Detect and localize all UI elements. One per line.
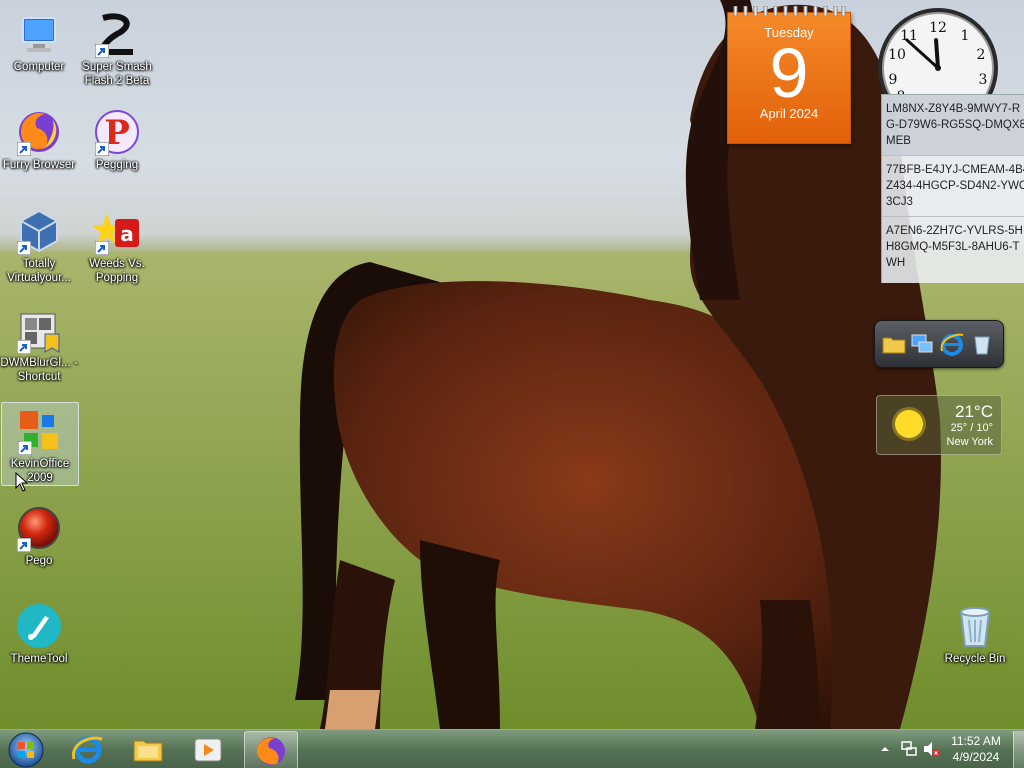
desktop-icon-label: DWMBlurGl... - Shortcut bbox=[0, 357, 78, 383]
shortcut-arrow-icon bbox=[95, 44, 109, 58]
computer-icon bbox=[15, 10, 63, 58]
internet-explorer-icon[interactable] bbox=[939, 331, 965, 357]
desktop-icon-label: Super Smash Flash 2 Beta bbox=[82, 61, 152, 87]
desktop-icon-pego[interactable]: Pego bbox=[0, 500, 78, 568]
weather-temperature: 21°C bbox=[955, 402, 993, 421]
network-computer-icon[interactable] bbox=[909, 331, 935, 357]
super-smash-flash-icon bbox=[93, 10, 141, 58]
taskbar-clock[interactable]: 11:52 AM 4/9/2024 bbox=[940, 733, 1012, 765]
desktop-icon-label: ThemeTool bbox=[10, 653, 68, 665]
desktop-icon-label: Totally Virtualyour... bbox=[7, 258, 71, 284]
taskbar-time: 11:52 AM bbox=[951, 734, 1001, 748]
show-hidden-icons-icon[interactable] bbox=[880, 744, 890, 754]
desktop-icon-label: Furry Browser bbox=[2, 159, 76, 171]
weather-city: New York bbox=[946, 436, 993, 448]
weeds-vs-popping-icon: a bbox=[91, 207, 141, 255]
pegging-icon: P bbox=[93, 108, 141, 156]
dwmblur-icon bbox=[15, 306, 63, 354]
start-orb-icon[interactable] bbox=[6, 731, 46, 768]
desktop-icon-label: Pego bbox=[25, 555, 53, 567]
desktop-icon-recycle-bin[interactable]: Recycle Bin bbox=[936, 598, 1014, 666]
calendar-gadget[interactable]: Tuesday 9 April 2024 bbox=[727, 6, 851, 144]
svg-text:3: 3 bbox=[979, 72, 988, 88]
folder-icon[interactable] bbox=[881, 331, 907, 357]
show-desktop-button[interactable] bbox=[1013, 731, 1024, 768]
virtualbox-icon bbox=[15, 207, 63, 255]
svg-text:1: 1 bbox=[961, 28, 970, 44]
desktop-icon-weeds-vs-popping[interactable]: a Weeds Vs. Popping bbox=[78, 203, 156, 285]
product-key-item[interactable]: LM8NX-Z8Y4B-9MWY7-R G-D79W6-RG5SQ-DMQX8 … bbox=[882, 95, 1024, 156]
desktop-icon-furry-browser[interactable]: Furry Browser bbox=[0, 104, 78, 172]
calendar-month: April 2024 bbox=[759, 106, 819, 121]
desktop-icon-virtualbox[interactable]: Totally Virtualyour... bbox=[0, 203, 78, 285]
file-explorer-icon bbox=[133, 740, 163, 762]
shortcut-arrow-icon bbox=[17, 340, 31, 354]
desktop-icon-label: KevinOffice 2009 bbox=[10, 458, 70, 484]
firefox-icon bbox=[15, 108, 63, 156]
desktop[interactable]: Computer Super Smash Flash 2 Beta Furry … bbox=[0, 0, 1024, 729]
recycle-bin-icon[interactable] bbox=[969, 331, 995, 357]
calendar-rings-icon bbox=[733, 6, 846, 16]
network-icon[interactable] bbox=[900, 740, 918, 758]
desktop-icon-themetool[interactable]: ThemeTool bbox=[0, 598, 78, 666]
quick-launch-gadget bbox=[874, 320, 1004, 368]
taskbar-file-explorer[interactable] bbox=[122, 731, 174, 768]
office-icon bbox=[16, 407, 64, 455]
desktop-icon-dwmblur[interactable]: DWMBlurGl... - Shortcut bbox=[0, 302, 78, 384]
recycle-bin-icon bbox=[951, 602, 999, 650]
desktop-icon-label: Pegging bbox=[95, 159, 139, 171]
firefox-icon bbox=[257, 737, 285, 765]
sun-icon bbox=[892, 407, 926, 441]
svg-text:2: 2 bbox=[977, 47, 986, 63]
volume-muted-icon[interactable] bbox=[922, 740, 940, 758]
pego-icon bbox=[15, 504, 63, 552]
desktop-icon-super-smash-flash[interactable]: Super Smash Flash 2 Beta bbox=[78, 6, 156, 88]
clock-face-icon: 12111 21093 8 bbox=[878, 8, 998, 96]
shortcut-arrow-icon bbox=[95, 142, 109, 156]
themetool-icon bbox=[15, 602, 63, 650]
shortcut-arrow-icon bbox=[17, 241, 31, 255]
mouse-cursor-icon bbox=[15, 472, 29, 492]
svg-text:12: 12 bbox=[929, 20, 947, 36]
shortcut-arrow-icon bbox=[17, 142, 31, 156]
media-player-icon bbox=[194, 738, 222, 762]
product-keys-gadget[interactable]: LM8NX-Z8Y4B-9MWY7-R G-D79W6-RG5SQ-DMQX8 … bbox=[881, 94, 1024, 283]
desktop-icon-label: Recycle Bin bbox=[944, 653, 1006, 665]
clock-gadget[interactable]: 12111 21093 8 bbox=[873, 6, 1003, 96]
calendar-date: 9 bbox=[769, 34, 809, 112]
taskbar-media-player[interactable] bbox=[182, 731, 234, 768]
taskbar: 11:52 AM 4/9/2024 bbox=[0, 729, 1024, 768]
taskbar-firefox[interactable] bbox=[244, 731, 298, 768]
desktop-icon-pegging[interactable]: P Pegging bbox=[78, 104, 156, 172]
desktop-icon-kevinoffice[interactable]: KevinOffice 2009 bbox=[1, 402, 79, 486]
desktop-icon-label: Weeds Vs. Popping bbox=[89, 258, 145, 284]
weather-gadget[interactable]: 21°C 25° / 10° New York bbox=[876, 395, 1002, 455]
svg-text:a: a bbox=[120, 222, 134, 246]
shortcut-arrow-icon bbox=[95, 241, 109, 255]
weather-high-low: 25° / 10° bbox=[950, 422, 993, 434]
shortcut-arrow-icon bbox=[17, 538, 31, 552]
taskbar-internet-explorer[interactable] bbox=[62, 731, 114, 768]
product-key-item[interactable]: 77BFB-E4JYJ-CMEAM-4B4 Z434-4HGCP-SD4N2-Y… bbox=[882, 156, 1024, 217]
taskbar-date: 4/9/2024 bbox=[952, 750, 1000, 764]
svg-text:10: 10 bbox=[888, 47, 906, 63]
desktop-icon-computer[interactable]: Computer bbox=[0, 6, 78, 74]
product-key-item[interactable]: A7EN6-2ZH7C-YVLRS-5H H8GMQ-M5F3L-8AHU6-T… bbox=[882, 217, 1024, 277]
internet-explorer-icon bbox=[71, 736, 103, 764]
shortcut-arrow-icon bbox=[18, 441, 32, 455]
svg-text:9: 9 bbox=[889, 72, 898, 88]
desktop-icon-label: Computer bbox=[13, 61, 65, 73]
